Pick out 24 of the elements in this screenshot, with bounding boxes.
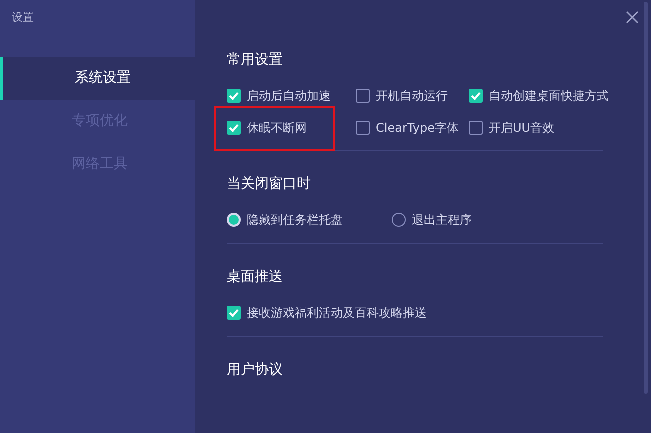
checkbox[interactable]: [356, 121, 370, 135]
checkbox-label: 启动后自动加速: [247, 88, 331, 105]
section-title: 桌面推送: [227, 268, 283, 287]
checkbox-label: ClearType字体: [376, 120, 459, 137]
checkbox[interactable]: [227, 306, 241, 320]
checkbox-label: 休眠不断网: [247, 120, 307, 137]
checkbox[interactable]: [356, 89, 370, 103]
checkbox[interactable]: [227, 121, 241, 135]
window-title: 设置: [12, 10, 34, 26]
checkbox[interactable]: [469, 89, 483, 103]
checkbox[interactable]: [469, 121, 483, 135]
checkbox[interactable]: [227, 89, 241, 103]
radio-label: 隐藏到任务栏托盘: [247, 212, 343, 229]
close-icon[interactable]: [626, 11, 639, 24]
checkbox-label: 开机自动运行: [376, 88, 448, 105]
checkbox-label: 开启UU音效: [489, 120, 555, 137]
checkbox-label: 接收游戏福利活动及百科攻略推送: [247, 305, 427, 322]
checkbox-label: 自动创建桌面快捷方式: [489, 88, 609, 105]
sidebar-item[interactable]: 系统设置: [0, 57, 195, 100]
radio-label: 退出主程序: [412, 212, 472, 229]
section-title: 用户协议: [227, 361, 283, 380]
section-title: 当关闭窗口时: [227, 175, 311, 194]
section-title: 常用设置: [227, 51, 283, 70]
radio-button[interactable]: [392, 213, 406, 227]
